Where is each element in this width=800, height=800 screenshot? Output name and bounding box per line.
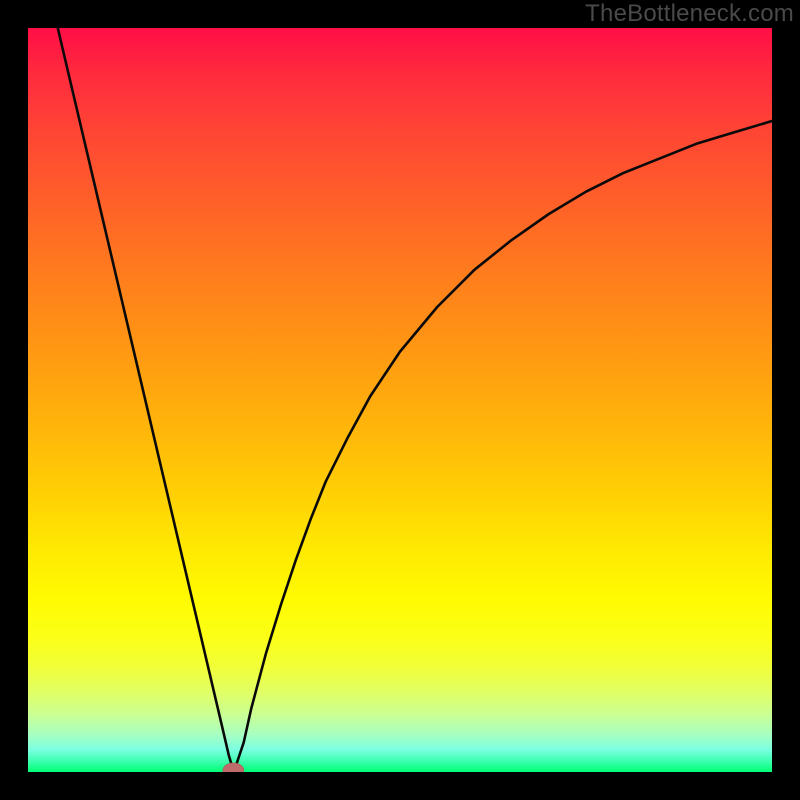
minimum-marker [223,763,244,772]
plot-area [28,28,772,772]
bottleneck-curve [58,28,772,771]
watermark-text: TheBottleneck.com [585,0,794,28]
plot-svg [28,28,772,772]
chart-frame: TheBottleneck.com [0,0,800,800]
